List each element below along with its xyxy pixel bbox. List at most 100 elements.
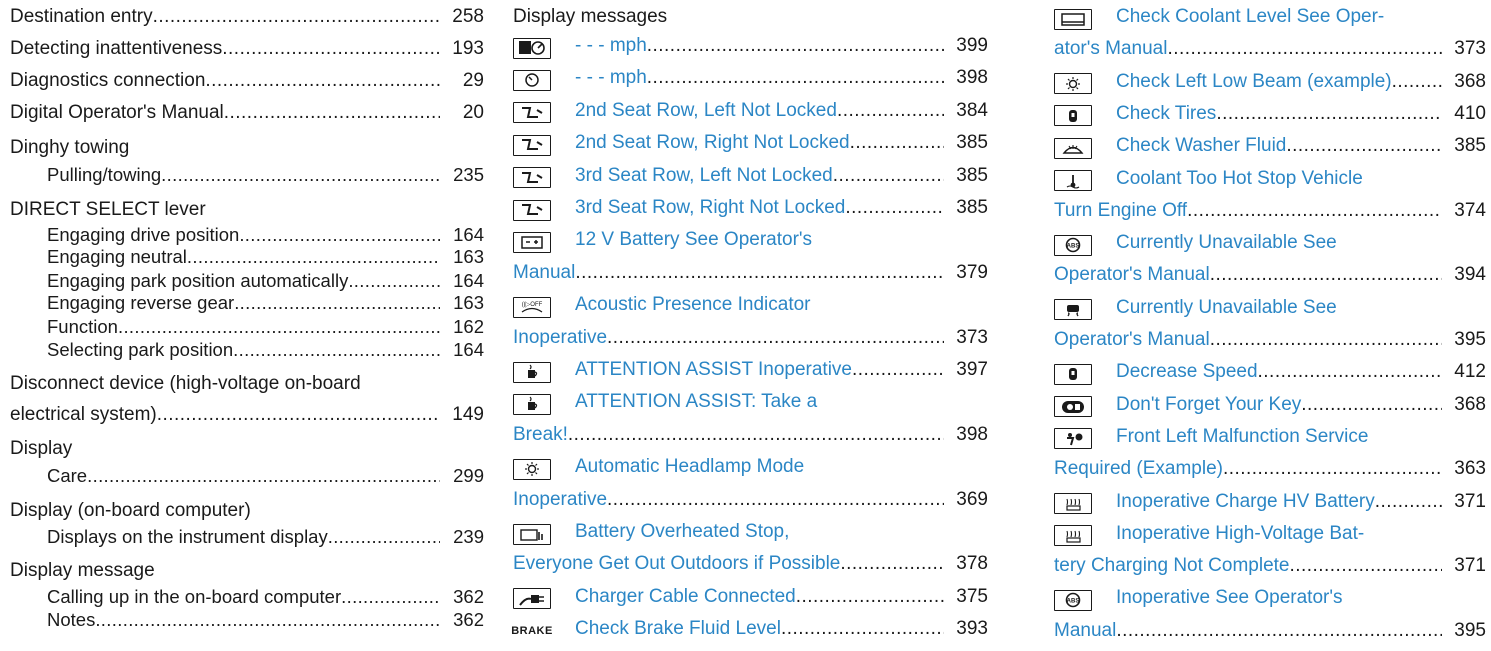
index-entry[interactable]: Diagnostics connection 29 (10, 70, 484, 96)
index-entry[interactable]: ABS Currently Unavailable See (1054, 232, 1486, 258)
index-entry[interactable]: 3rd Seat Row, Left Not Locked 385 (513, 165, 988, 191)
entry-text: Charger Cable Connected (575, 585, 796, 607)
index-entry[interactable]: Engaging reverse gear 163 (10, 292, 484, 318)
entry-text: 2nd Seat Row, Right Not Locked (575, 132, 850, 154)
index-entry[interactable]: ATTENTION ASSIST Inoperative 397 (513, 359, 988, 385)
index-entry[interactable]: Disconnect device (high-voltage on-board (10, 373, 484, 399)
index-entry[interactable]: Check Left Low Beam (example) 368 (1054, 71, 1486, 97)
entry-text: Digital Operator's Manual (10, 102, 224, 123)
index-entry[interactable]: BRAKE Check Brake Fluid Level 393 (511, 618, 988, 644)
entry-text: - - - mph (575, 67, 647, 89)
hv-battery-icon (1054, 525, 1092, 547)
index-entry[interactable]: Automatic Headlamp Mode (513, 456, 988, 482)
index-entry[interactable]: - - - mph 399 (513, 35, 988, 61)
leader-dots (341, 586, 440, 608)
index-entry[interactable]: Manual 379 (513, 262, 988, 288)
entry-text: Pulling/towing (47, 164, 162, 185)
index-entry[interactable]: Inoperative 373 (513, 327, 988, 353)
index-entry[interactable]: Battery Overheated Stop, (513, 521, 988, 547)
leader-dots (647, 35, 944, 57)
index-entry[interactable]: Operator's Manual 394 (1054, 264, 1486, 290)
index-entry[interactable]: ABS Inoperative See Operator's (1054, 587, 1486, 613)
index-entry[interactable]: ator's Manual 373 (1054, 38, 1486, 64)
index-entry[interactable]: Check Coolant Level See Oper- (1054, 6, 1486, 32)
index-entry[interactable]: 12 V Battery See Operator's (513, 229, 988, 255)
index-entry[interactable]: Everyone Get Out Outdoors if Possible 378 (513, 553, 988, 579)
index-entry[interactable]: Required (Example) 363 (1054, 458, 1486, 484)
entry-text: Turn Engine Off (1054, 199, 1188, 221)
index-entry[interactable]: ((▷OFF Acoustic Presence Indicator (513, 294, 988, 320)
leader-dots (1216, 103, 1442, 125)
page-number: 239 (453, 526, 484, 547)
leader-dots (233, 339, 440, 361)
index-entry[interactable]: - - - mph 398 (513, 67, 988, 93)
key-icon (1054, 396, 1092, 418)
entry-text: Break! (513, 423, 568, 445)
battery-icon (513, 231, 551, 253)
index-entry[interactable]: Manual 395 (1054, 620, 1486, 646)
index-entry[interactable]: Display (on-board computer) (10, 500, 484, 526)
entry-text: 12 V Battery See Operator's (575, 229, 813, 251)
seat-icon (513, 102, 551, 124)
page-number: 375 (956, 585, 988, 607)
index-entry[interactable]: Decrease Speed 412 (1054, 361, 1486, 387)
index-entry[interactable]: Break! 398 (513, 424, 988, 450)
index-entry[interactable]: Displays on the instrument display 239 (10, 526, 484, 552)
index-entry[interactable]: Operator's Manual 395 (1054, 329, 1486, 355)
leader-dots (833, 165, 944, 187)
index-entry[interactable]: Engaging neutral 163 (10, 246, 484, 272)
index-entry[interactable]: Charger Cable Connected 375 (513, 586, 988, 612)
index-entry[interactable]: 2nd Seat Row, Left Not Locked 384 (513, 100, 988, 126)
entry-text: Decrease Speed (1116, 361, 1258, 383)
index-entry[interactable]: Destination entry 258 (10, 6, 484, 32)
index-entry[interactable]: Front Left Malfunction Service (1054, 426, 1486, 452)
entry-text: Operator's Manual (1054, 264, 1210, 286)
index-entry[interactable]: Notes 362 (10, 609, 484, 635)
index-entry[interactable]: Don't Forget Your Key 368 (1054, 394, 1486, 420)
index-entry[interactable]: Currently Unavailable See (1054, 297, 1486, 323)
index-entry[interactable]: Inoperative High-Voltage Bat- (1054, 523, 1486, 549)
index-entry[interactable]: Pulling/towing 235 (10, 164, 484, 190)
index-entry[interactable]: Digital Operator's Manual 20 (10, 102, 484, 128)
leader-dots (781, 618, 944, 640)
entry-text: tery Charging Not Complete (1054, 555, 1290, 577)
charger-cable-icon (513, 588, 551, 610)
leader-dots (852, 359, 944, 381)
index-entry[interactable]: Turn Engine Off 374 (1054, 200, 1486, 226)
index-entry[interactable]: Dinghy towing (10, 137, 484, 163)
index-entry[interactable]: Check Tires 410 (1054, 103, 1486, 129)
entry-text: Disconnect device (high-voltage on-board (10, 373, 361, 394)
entry-text: ator's Manual (1054, 38, 1168, 60)
index-entry[interactable]: Inoperative Charge HV Battery 371 (1054, 491, 1486, 517)
index-entry[interactable]: Care 299 (10, 465, 484, 491)
index-entry[interactable]: Selecting park position 164 (10, 339, 484, 365)
page-number: 235 (453, 164, 484, 185)
entry-text: Display (on-board computer) (10, 500, 251, 521)
index-entry[interactable]: Detecting inattentiveness 193 (10, 38, 484, 64)
coffee-cup-icon (513, 361, 551, 383)
index-entry[interactable]: 2nd Seat Row, Right Not Locked 385 (513, 132, 988, 158)
index-entry[interactable]: ATTENTION ASSIST: Take a (513, 391, 988, 417)
page-number: 398 (956, 67, 988, 89)
tire-icon (1054, 363, 1092, 385)
index-entry[interactable]: Display message (10, 560, 484, 586)
index-entry[interactable]: 3rd Seat Row, Right Not Locked 385 (513, 197, 988, 223)
entry-text: Currently Unavailable See (1116, 232, 1337, 254)
index-entry[interactable]: Coolant Too Hot Stop Vehicle (1054, 168, 1486, 194)
index-entry[interactable]: Inoperative 369 (513, 489, 988, 515)
index-entry[interactable]: Check Washer Fluid 385 (1054, 135, 1486, 161)
airbag-icon (1054, 428, 1092, 450)
index-entry[interactable]: tery Charging Not Complete 371 (1054, 555, 1486, 581)
page-number: 410 (1454, 102, 1486, 124)
index-entry[interactable]: Display (10, 438, 484, 464)
entry-text: Dinghy towing (10, 137, 130, 158)
leader-dots (575, 262, 944, 284)
entry-text: Coolant Too Hot Stop Vehicle (1116, 167, 1363, 189)
leader-dots (161, 164, 440, 186)
index-entry[interactable]: DIRECT SELECT lever (10, 199, 484, 225)
coolant-temp-icon (1054, 170, 1092, 191)
entry-text: 3rd Seat Row, Left Not Locked (575, 164, 833, 186)
index-entry[interactable]: electrical system) 149 (10, 404, 484, 430)
svg-text:((▷OFF: ((▷OFF (522, 302, 543, 308)
entry-text: Front Left Malfunction Service (1116, 425, 1369, 447)
